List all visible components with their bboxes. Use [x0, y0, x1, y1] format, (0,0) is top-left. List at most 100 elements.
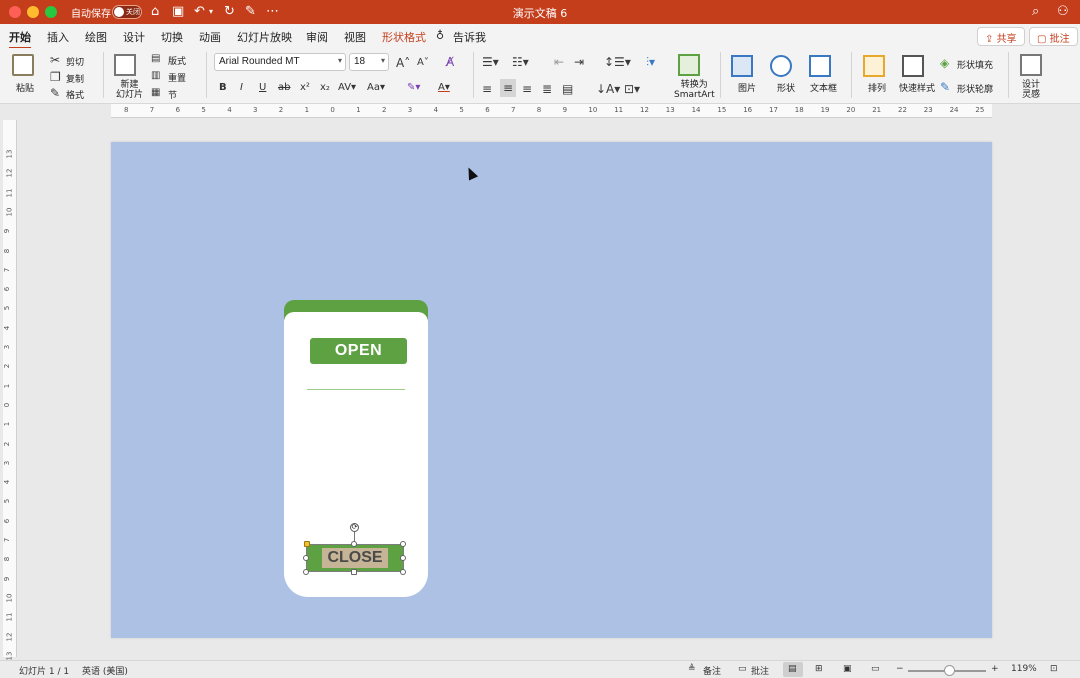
highlight-icon[interactable]: ✎▾ [407, 82, 420, 93]
rotate-handle-icon[interactable]: ⟳ [350, 523, 359, 532]
reset-icon[interactable]: ▥ [151, 69, 160, 83]
fit-slide-icon[interactable]: ⊡ [1050, 664, 1058, 674]
vertical-ruler[interactable]: 13 12 11 10 9 8 7 6 5 4 3 2 1 0 1 2 3 4 5 6 7 8 9 10 11 12 13 [3, 120, 17, 660]
outline-pen-icon[interactable]: ✎ [940, 80, 950, 94]
align-left-icon[interactable]: ≡ [482, 82, 492, 96]
zoom-out-icon[interactable]: − [896, 664, 904, 674]
clear-format-icon[interactable]: A̸ [446, 55, 454, 69]
layout-label[interactable]: 版式 [168, 54, 186, 67]
layout-icon[interactable]: ▤ [151, 52, 160, 66]
grow-font-icon[interactable]: A˄ [396, 56, 410, 70]
bullets-icon[interactable]: ☰▾ [482, 55, 499, 69]
picture-icon[interactable] [731, 55, 753, 77]
subscript-icon[interactable]: x₂ [320, 82, 330, 93]
slide[interactable] [111, 142, 992, 638]
new-slide-icon[interactable] [114, 54, 136, 76]
resize-handle-bottom-left[interactable] [303, 569, 309, 575]
columns-icon[interactable]: ⫶▾ [646, 55, 655, 69]
section-icon[interactable]: ▦ [151, 86, 160, 100]
tab-view[interactable]: 视图 [344, 29, 366, 45]
shape-label[interactable]: 形状 [777, 81, 795, 94]
notes-button[interactable]: 备注 [703, 664, 721, 677]
change-case-icon[interactable]: Aa▾ [367, 82, 385, 93]
design-ideas-label[interactable]: 设计 灵感 [1022, 80, 1040, 100]
scissors-icon[interactable]: ✂ [50, 53, 60, 67]
horizontal-ruler[interactable]: 8 7 6 5 4 3 2 1 0 1 2 3 4 5 6 7 8 9 10 11 12 13 14 15 16 17 18 19 20… [111, 104, 992, 118]
shrink-font-icon[interactable]: A˅ [417, 56, 429, 70]
adjust-handle[interactable] [304, 541, 310, 547]
distribute-icon[interactable]: ▤ [562, 82, 573, 96]
resize-handle-bottom-right[interactable] [400, 569, 406, 575]
italic-icon[interactable]: I [240, 82, 243, 93]
resize-handle-bottom[interactable] [351, 569, 357, 575]
cut-label[interactable]: 剪切 [66, 55, 84, 68]
align-center-icon[interactable]: ≡ [500, 79, 517, 97]
design-ideas-icon[interactable] [1020, 54, 1042, 76]
resize-handle-left[interactable] [303, 555, 309, 561]
copy-icon[interactable]: ❐ [50, 70, 61, 84]
comments-button[interactable]: 批注 [751, 664, 769, 677]
decrease-indent-icon[interactable]: ⇤ [554, 55, 564, 69]
text-direction-icon[interactable]: ↓A▾ [596, 82, 620, 96]
font-color-icon[interactable]: A▾ [438, 82, 450, 93]
line-spacing-icon[interactable]: ↕☰▾ [604, 55, 631, 69]
tab-insert[interactable]: 插入 [47, 29, 69, 45]
normal-view-icon[interactable]: ▤ [788, 664, 797, 674]
quick-styles-icon[interactable] [902, 55, 924, 77]
zoom-in-icon[interactable]: + [991, 664, 999, 674]
shape-fill-label[interactable]: 形状填充 [957, 58, 993, 71]
superscript-icon[interactable]: x² [300, 82, 310, 93]
resize-handle-top-right[interactable] [400, 541, 406, 547]
align-right-icon[interactable]: ≡ [522, 82, 532, 96]
notes-icon[interactable]: ≜ [688, 664, 696, 674]
shape-icon[interactable] [770, 55, 792, 77]
tab-tell-me[interactable]: 告诉我 [453, 29, 486, 45]
shape-outline-label[interactable]: 形状轮廓 [957, 82, 993, 95]
comment-button[interactable]: ▢ 批注 [1029, 27, 1078, 46]
strikethrough-icon[interactable]: ab [278, 82, 290, 93]
share-button[interactable]: ⇪ 共享 [977, 27, 1025, 46]
font-name-select[interactable]: Arial Rounded MT ▾ [214, 53, 346, 71]
resize-handle-top[interactable] [351, 541, 357, 547]
tab-home[interactable]: 开始 [9, 29, 31, 49]
card-divider-line[interactable] [307, 389, 405, 390]
arrange-icon[interactable] [863, 55, 885, 77]
format-label[interactable]: 格式 [66, 88, 84, 101]
profile-icon[interactable]: ⚇ [1057, 3, 1069, 21]
language-status[interactable]: 英语 (美国) [82, 664, 128, 677]
arrange-label[interactable]: 排列 [868, 81, 886, 94]
slide-sorter-icon[interactable]: ⊞ [815, 664, 823, 674]
section-label[interactable]: 节 [168, 88, 177, 101]
bold-icon[interactable]: B [219, 82, 227, 93]
textbox-icon[interactable] [809, 55, 831, 77]
picture-label[interactable]: 图片 [738, 81, 756, 94]
justify-icon[interactable]: ≣ [542, 82, 552, 96]
reading-view-icon[interactable]: ▣ [843, 664, 852, 674]
quick-styles-label[interactable]: 快速样式 [899, 81, 935, 94]
tab-draw[interactable]: 绘图 [85, 29, 107, 45]
open-button-shape[interactable]: OPEN [310, 338, 407, 364]
tab-slideshow[interactable]: 幻灯片放映 [237, 29, 292, 45]
paint-bucket-icon[interactable]: ◈ [940, 56, 949, 70]
tab-design[interactable]: 设计 [123, 29, 145, 45]
font-size-select[interactable]: 18 ▾ [349, 53, 389, 71]
convert-smartart-label[interactable]: 转换为 SmartArt [674, 80, 715, 100]
paste-icon[interactable] [12, 54, 34, 76]
format-painter-icon[interactable]: ✎ [50, 86, 60, 100]
char-spacing-icon[interactable]: AV▾ [338, 82, 356, 93]
increase-indent-icon[interactable]: ⇥ [574, 55, 584, 69]
smartart-icon[interactable] [678, 54, 700, 76]
comments-icon[interactable]: ▭ [738, 664, 747, 674]
textbox-label[interactable]: 文本框 [810, 81, 837, 94]
tab-animations[interactable]: 动画 [199, 29, 221, 45]
zoom-slider-knob[interactable] [944, 665, 955, 676]
slideshow-icon[interactable]: ▭ [871, 664, 880, 674]
tab-transitions[interactable]: 切换 [161, 29, 183, 45]
reset-label[interactable]: 重置 [168, 71, 186, 84]
tab-shape-format[interactable]: 形状格式 [382, 29, 426, 45]
search-icon[interactable]: ⌕ [1032, 3, 1039, 21]
resize-handle-right[interactable] [400, 555, 406, 561]
numbering-icon[interactable]: ☷▾ [512, 55, 529, 69]
zoom-level[interactable]: 119% [1011, 664, 1037, 674]
underline-icon[interactable]: U [259, 82, 266, 93]
